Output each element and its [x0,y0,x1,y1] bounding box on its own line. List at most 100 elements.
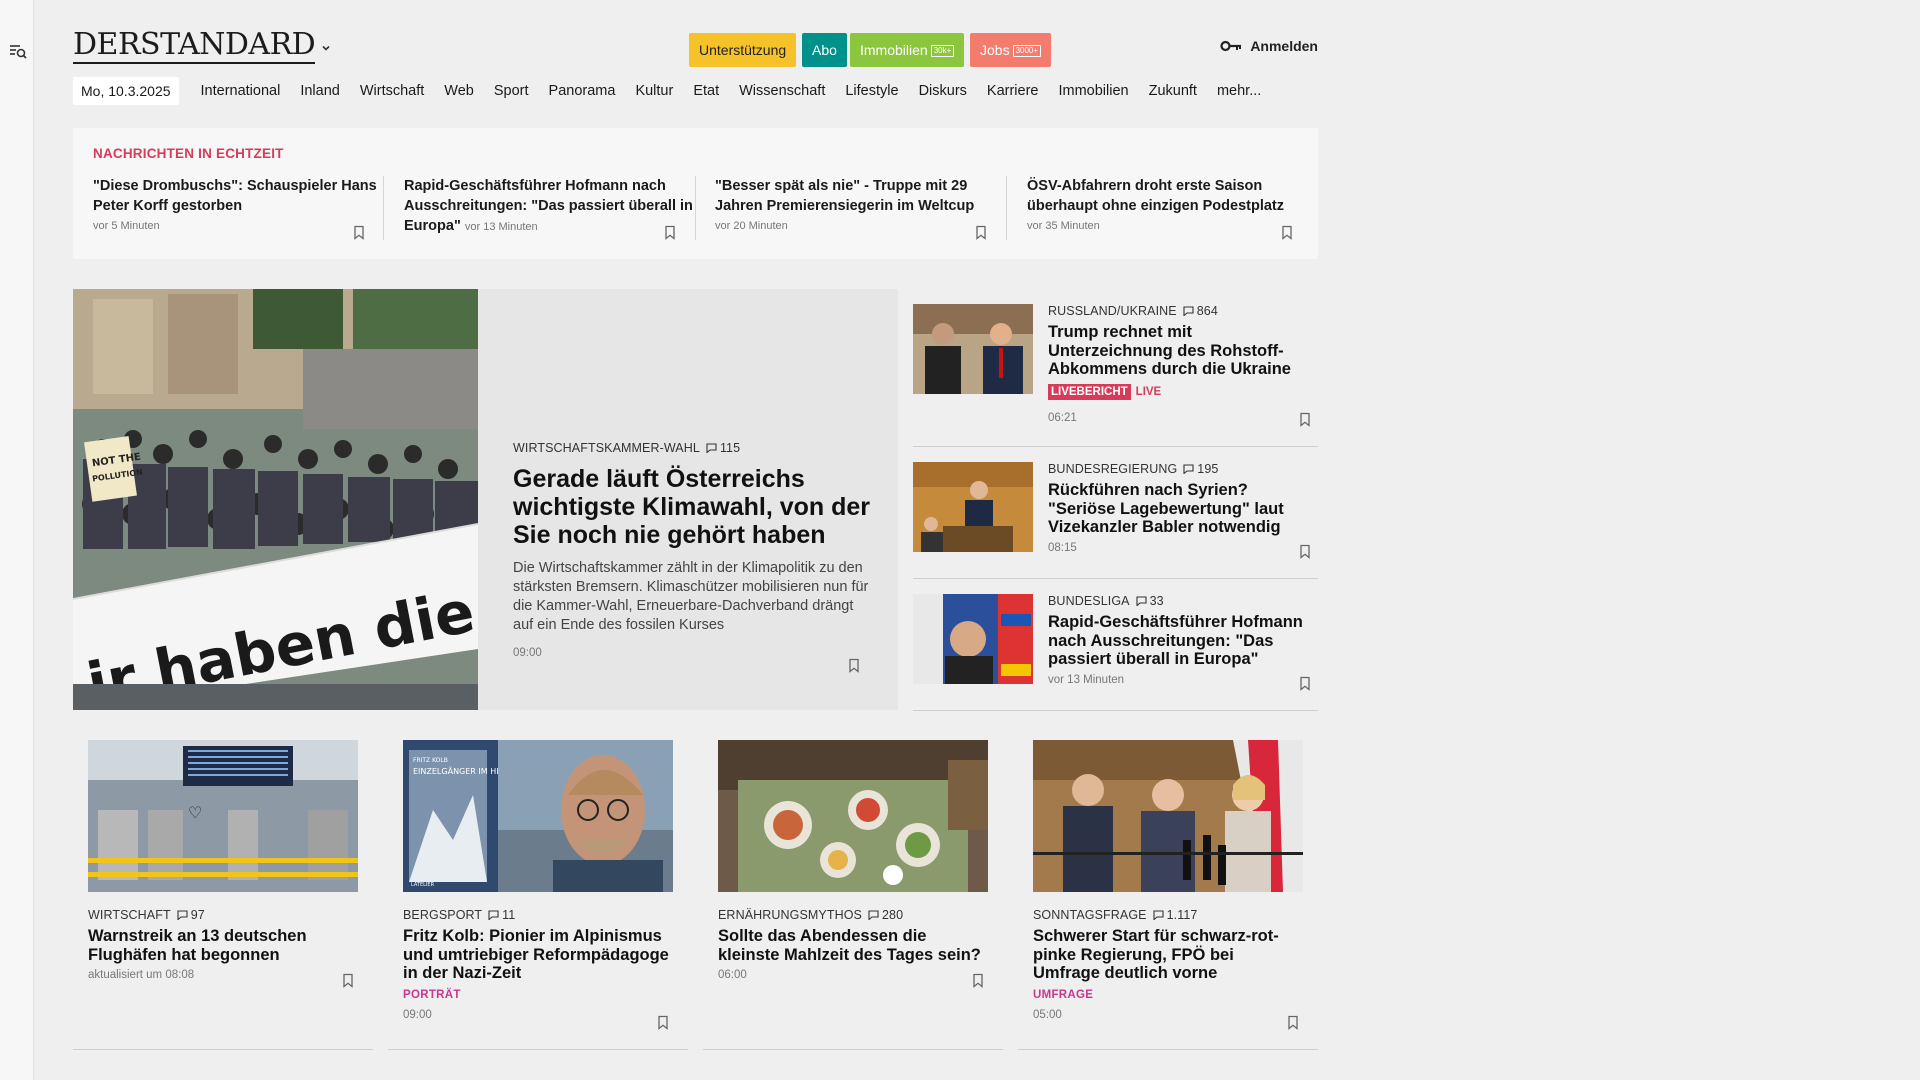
menu-search-icon[interactable] [9,42,27,60]
login-button[interactable]: Anmelden [1220,38,1318,54]
bookmark-icon[interactable] [657,1015,669,1030]
side-comments: 33 [1149,594,1164,608]
nav-panorama[interactable]: Panorama [549,83,616,99]
card-title[interactable]: Warnstreik an 13 deutschen Flughäfen hat… [88,927,360,964]
nav-wirtschaft[interactable]: Wirtschaft [360,83,424,99]
article-card[interactable]: SONNTAGSFRAGE 1.117 Schwerer Start für s… [1018,725,1318,1050]
ticker-item[interactable]: "Besser spät als nie" - Truppe mit 29 Ja… [715,176,1005,240]
government-photo [1033,740,1303,892]
key-icon [1220,40,1242,52]
nav-wissenschaft[interactable]: Wissenschaft [739,83,825,99]
side-kicker: BUNDESLIGA [1048,594,1130,608]
article-card[interactable]: ERNÄHRUNGSMYTHOS 280 Sollte das Abendess… [703,725,1003,1050]
press-conference-photo [913,594,1033,684]
card-kicker: SONNTAGSFRAGE [1033,908,1147,922]
meeting-photo [913,304,1033,394]
nav-sport[interactable]: Sport [494,83,529,99]
card-image[interactable]: ♡ [88,740,358,892]
side-article[interactable]: RUSSLAND/UKRAINE 864 Trump rechnet mit U… [913,289,1318,427]
side-title[interactable]: Trump rechnet mit Unterzeichnung des Roh… [1048,323,1313,379]
nav-immobilien[interactable]: Immobilien [1058,83,1128,99]
side-title[interactable]: Rückführen nach Syrien? "Seriöse Lagebew… [1048,481,1313,537]
divider [1018,1049,1318,1050]
side-article-text: BUNDESREGIERUNG 195 Rückführen nach Syri… [1048,462,1313,554]
hero-kicker-label: WIRTSCHAFTSKAMMER-WAHL [513,441,700,455]
side-article[interactable]: BUNDESLIGA 33 Rapid-Geschäftsführer Hofm… [913,579,1318,711]
ticker-item-time: vor 20 Minuten [715,220,788,232]
header: DERSTANDARD Unterstützung Abo Immobilien… [73,28,1318,68]
side-time: vor 13 Minuten [1048,673,1125,686]
ticker-title: NACHRICHTEN IN ECHTZEIT [93,146,284,161]
hero-comments: 115 [719,441,741,455]
hero-image[interactable]: NOT THE POLLUTION ir haben die W [73,289,478,710]
comment-count[interactable]: 97 [177,908,205,922]
card-image[interactable] [1033,740,1303,892]
card-image[interactable]: FRITZ KOLB EINZELGÄNGER IM HIMALAYA LATE… [403,740,673,892]
bookmark-icon[interactable] [1299,544,1311,559]
side-article[interactable]: BUNDESREGIERUNG 195 Rückführen nach Syri… [913,447,1318,579]
immobilien-button[interactable]: Immobilien 30k+ [850,33,965,67]
bookmark-icon[interactable] [1281,225,1293,240]
card-title[interactable]: Fritz Kolb: Pionier im Alpinismus und um… [403,927,675,983]
bookmark-icon[interactable] [975,225,987,240]
divider [383,176,384,240]
card-image[interactable] [718,740,988,892]
nav-kultur[interactable]: Kultur [635,83,673,99]
side-article-image[interactable] [913,462,1033,552]
hero-title[interactable]: Gerade läuft Österreichs wichtigste Klim… [513,465,873,549]
comment-count[interactable]: 280 [868,908,903,922]
nav-zukunft[interactable]: Zukunft [1149,83,1197,99]
hero-article[interactable]: NOT THE POLLUTION ir haben die W WIRTSCH… [73,289,898,710]
comment-count[interactable]: 864 [1183,304,1218,318]
bookmark-icon[interactable] [1299,412,1311,427]
chevron-down-icon[interactable] [320,42,332,54]
parliament-photo [913,462,1033,552]
ticker-item-title: "Besser spät als nie" - Truppe mit 29 Ja… [715,178,975,214]
ticker-item[interactable]: "Diese Drombuschs": Schauspieler Hans Pe… [93,176,383,240]
comment-count[interactable]: 195 [1183,462,1218,476]
hero-kicker: WIRTSCHAFTSKAMMER-WAHL 115 [513,441,873,455]
article-card[interactable]: ♡ WIRTSCHAFT 97 Warnstreik an 13 deutsch… [73,725,373,1050]
immobilien-label: Immobilien [860,42,928,58]
nav-inland[interactable]: Inland [300,83,340,99]
date-chip: Mo, 10.3.2025 [73,77,179,105]
jobs-button[interactable]: Jobs 3000+ [970,33,1052,67]
bookmark-icon[interactable] [972,973,984,988]
comment-count[interactable]: 11 [488,908,515,922]
card-title[interactable]: Sollte das Abendessen die kleinste Mahlz… [718,927,990,964]
nav-karriere[interactable]: Karriere [987,83,1039,99]
ticker-item[interactable]: ÖSV-Abfahrern droht erste Saison überhau… [1027,176,1317,240]
nav-diskurs[interactable]: Diskurs [919,83,967,99]
poll-flag: UMFRAGE [1033,988,1094,1001]
comment-count[interactable]: 33 [1136,594,1164,608]
side-article-image[interactable] [913,594,1033,684]
nav-lifestyle[interactable]: Lifestyle [845,83,898,99]
comment-count[interactable]: 115 [706,441,740,455]
comment-icon [706,443,717,453]
card-title[interactable]: Schwerer Start für schwarz-rot-pinke Reg… [1033,927,1305,983]
ticker-item-title: Rapid-Geschäftsführer Hofmann nach Aussc… [404,178,693,234]
login-label: Anmelden [1250,38,1318,54]
card-text: WIRTSCHAFT 97 Warnstreik an 13 deutschen… [88,908,360,981]
support-button[interactable]: Unterstützung [689,33,797,67]
article-card[interactable]: FRITZ KOLB EINZELGÄNGER IM HIMALAYA LATE… [388,725,688,1050]
bookmark-icon[interactable] [664,225,676,240]
side-kicker: BUNDESREGIERUNG [1048,462,1178,476]
side-article-image[interactable] [913,304,1033,394]
ticker-item-title: "Diese Drombuschs": Schauspieler Hans Pe… [93,178,377,214]
card-comments: 1.117 [1166,908,1198,922]
bookmark-icon[interactable] [342,973,354,988]
nav-web[interactable]: Web [444,83,474,99]
bookmark-icon[interactable] [1299,676,1311,691]
abo-button[interactable]: Abo [802,33,847,67]
ticker-item[interactable]: Rapid-Geschäftsführer Hofmann nach Aussc… [404,176,694,240]
bookmark-icon[interactable] [848,658,860,673]
site-logo[interactable]: DERSTANDARD [73,28,316,64]
bookmark-icon[interactable] [353,225,365,240]
nav-more[interactable]: mehr... [1217,83,1261,99]
nav-international[interactable]: International [201,83,281,99]
bookmark-icon[interactable] [1287,1015,1299,1030]
nav-etat[interactable]: Etat [693,83,719,99]
side-title[interactable]: Rapid-Geschäftsführer Hofmann nach Aussc… [1048,613,1313,669]
comment-count[interactable]: 1.117 [1153,908,1198,922]
